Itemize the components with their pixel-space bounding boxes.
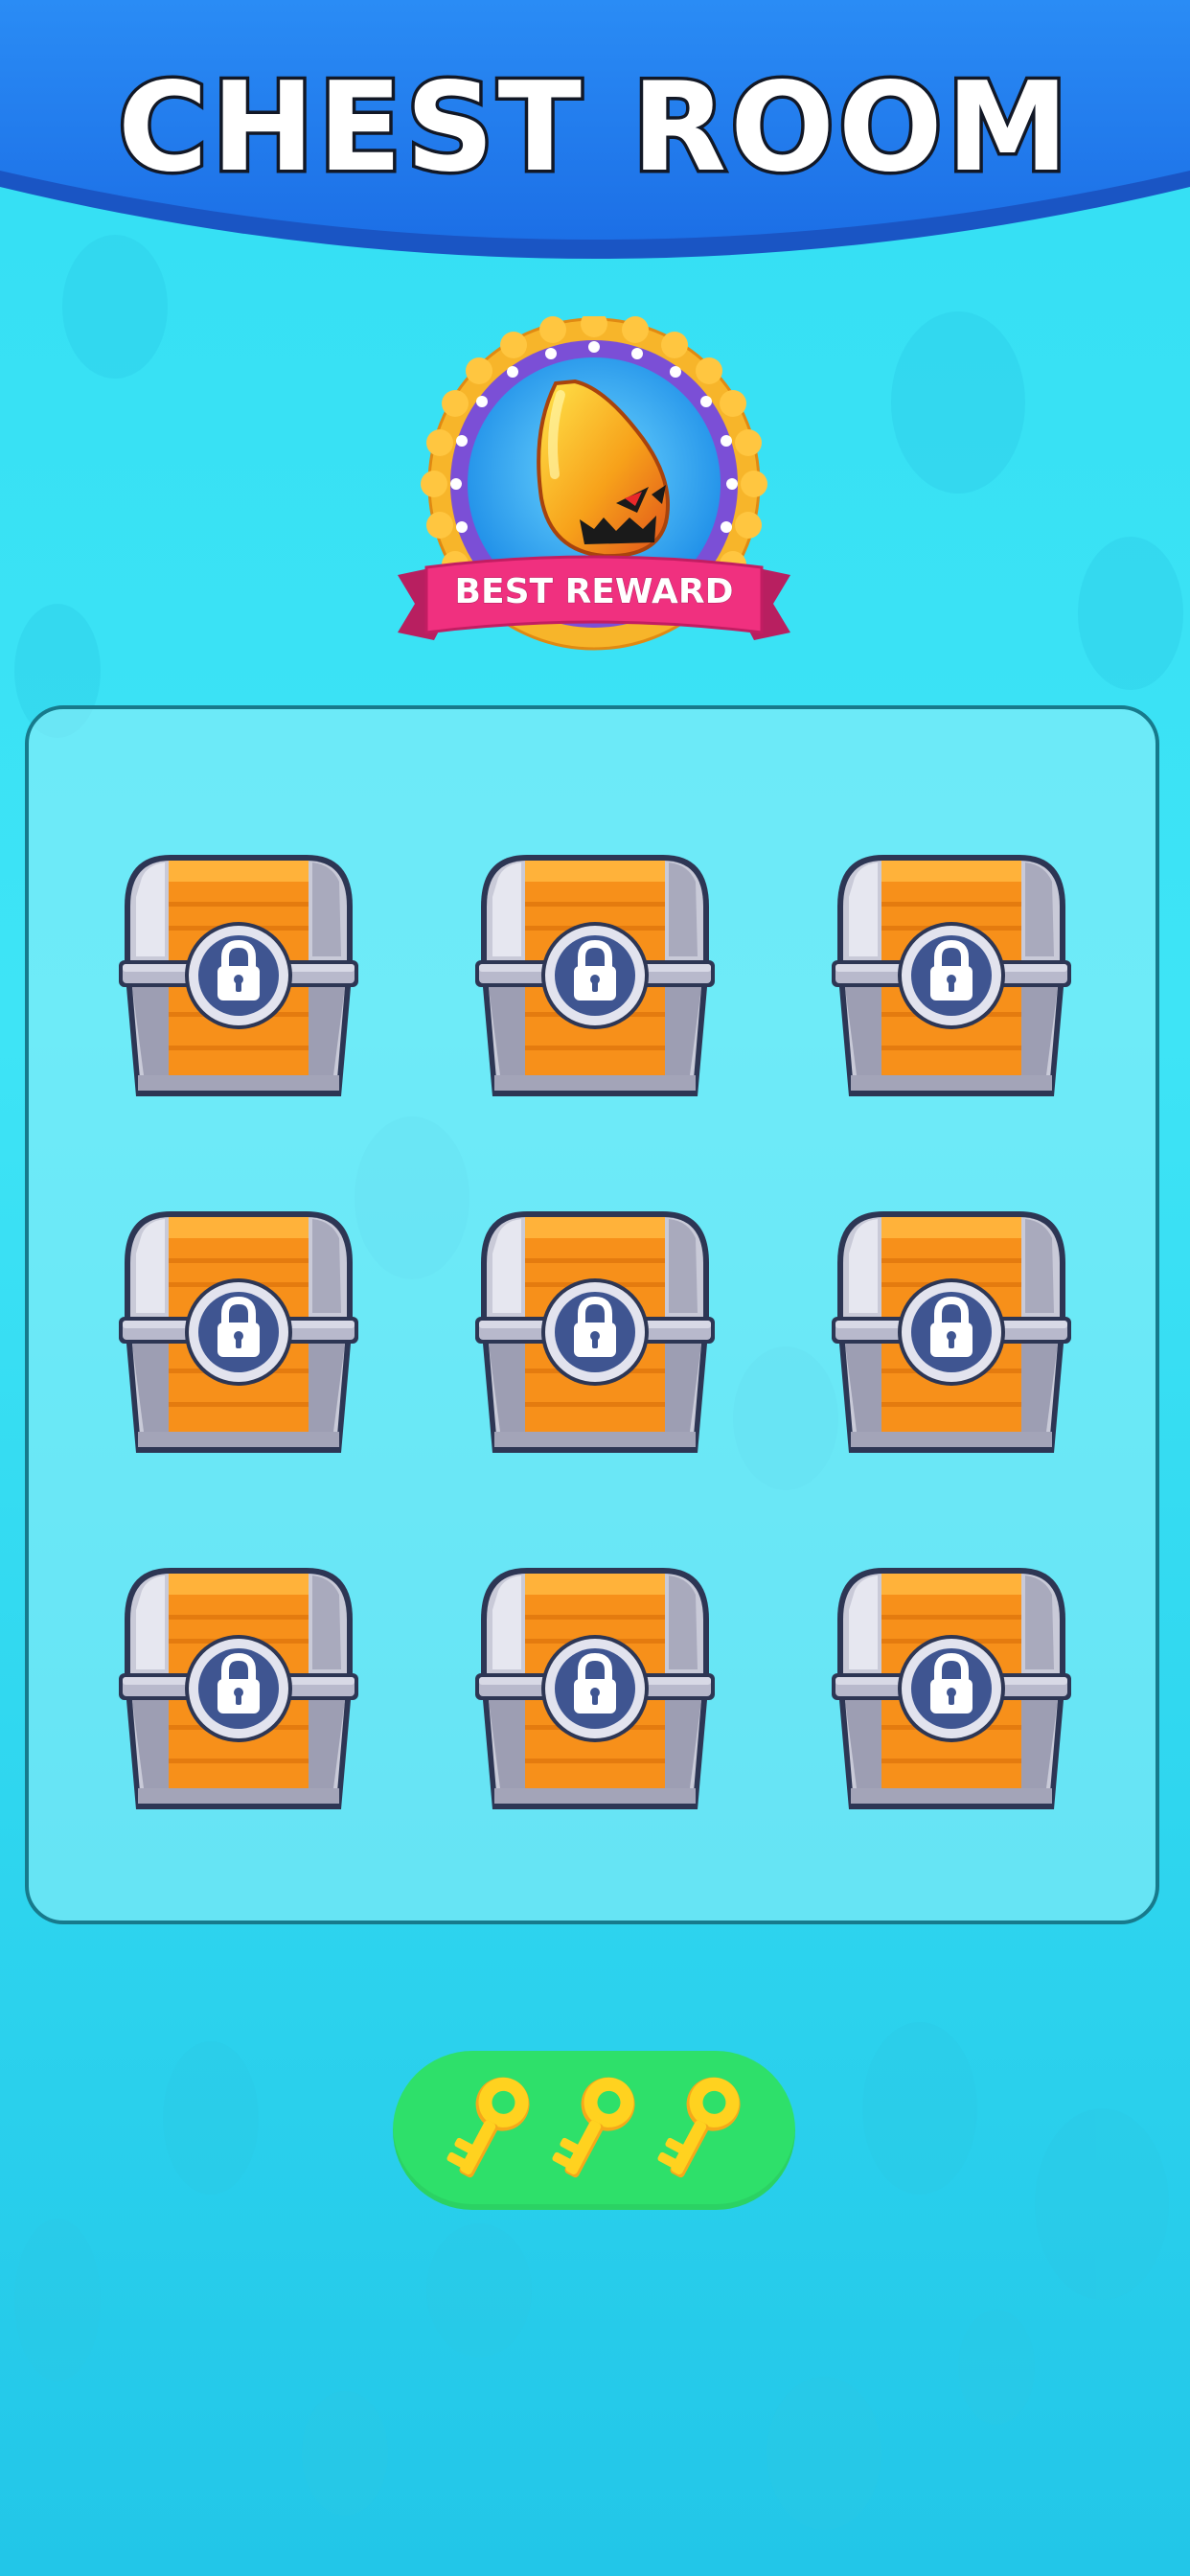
header-banner: CHEST ROOM	[0, 0, 1190, 288]
chest-5[interactable]	[469, 1206, 721, 1459]
page-title: CHEST ROOM	[114, 57, 1073, 199]
chest-2[interactable]	[469, 849, 721, 1102]
best-reward-badge[interactable]: BEST REWARD	[398, 310, 790, 661]
key-icon	[541, 2068, 647, 2193]
best-reward-label: BEST REWARD	[454, 572, 734, 611]
chest-9[interactable]	[826, 1562, 1077, 1815]
chest-4[interactable]	[113, 1206, 364, 1459]
chest-1[interactable]	[113, 849, 364, 1102]
key-icon	[436, 2068, 541, 2193]
chest-grid-panel	[25, 705, 1159, 1924]
keys-counter	[393, 2051, 795, 2210]
key-icon	[647, 2068, 752, 2193]
chest-8[interactable]	[469, 1562, 721, 1815]
chest-6[interactable]	[826, 1206, 1077, 1459]
chest-7[interactable]	[113, 1562, 364, 1815]
chest-3[interactable]	[826, 849, 1077, 1102]
